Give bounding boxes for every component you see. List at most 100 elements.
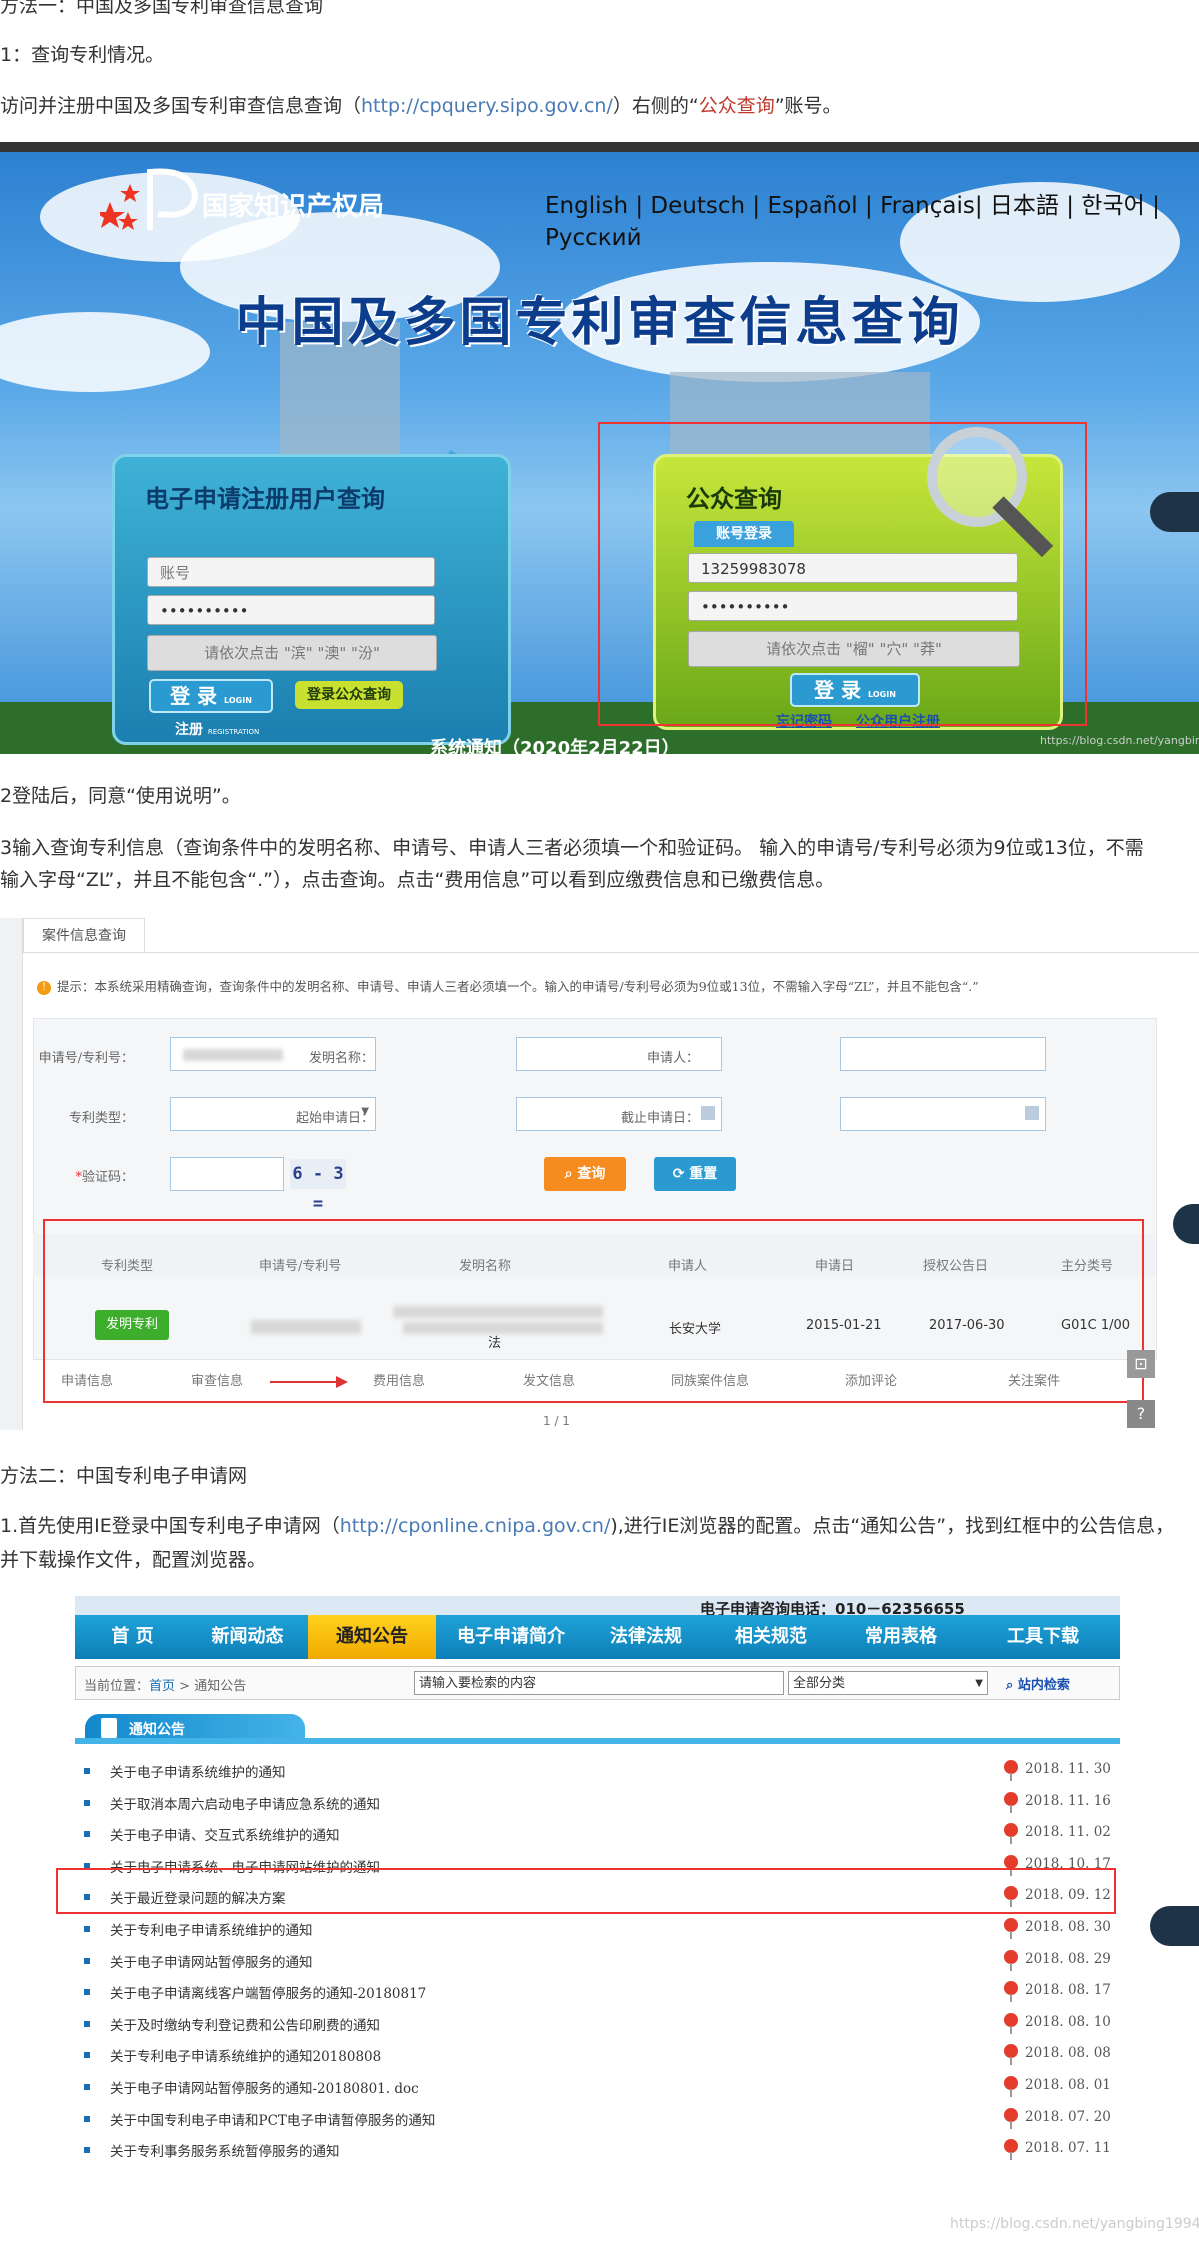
notice-date: 2018. 08. 29 (1025, 1950, 1111, 1967)
cpquery-login-screenshot: 国家知识产权局 English | Deutsch | Español | Fr… (0, 142, 1199, 754)
pin-icon (1004, 2076, 1018, 2090)
pin-icon (1004, 2012, 1018, 2027)
end-date-input[interactable] (840, 1097, 1046, 1131)
notice-date: 2018. 11. 16 (1025, 1792, 1111, 1809)
step2-text: 2登陆后，同意“使用说明”。 (0, 785, 241, 807)
notice-title[interactable]: 关于电子申请离线客户端暂停服务的通知-20180817 (110, 1982, 426, 2002)
query-hint-text: 提示：本系统采用精确查询，查询条件中的发明名称、申请号、申请人三者必须填一个。输… (57, 979, 979, 994)
captcha-click-area[interactable]: 请依次点击 "滨" "澳" "汾" (147, 635, 437, 671)
system-notice[interactable]: 系统通知（2020年2月22日） (430, 734, 680, 754)
list-item[interactable]: 关于电子申请、交互式系统维护的通知 2018. 11. 02 (0, 1819, 1199, 1851)
category-select[interactable]: 全部分类 ▼ (788, 1671, 988, 1695)
list-item[interactable]: 关于中国专利电子申请和PCT电子申请暂停服务的通知 2018. 07. 20 (0, 2104, 1199, 2136)
calendar-icon[interactable] (701, 1106, 715, 1120)
list-item[interactable]: 关于电子申请离线客户端暂停服务的通知-20180817 2018. 08. 17 (0, 1977, 1199, 2009)
pin-stem (1010, 1836, 1012, 1845)
list-item[interactable]: 关于专利电子申请系统维护的通知20180808 2018. 08. 08 (0, 2040, 1199, 2072)
pin-icon (1004, 1981, 1018, 1996)
site-search-button[interactable]: ⌕ 站内检索 (1006, 1674, 1070, 1693)
nav-forms[interactable]: 常用表格 (836, 1615, 966, 1659)
nav-news[interactable]: 新闻动态 (190, 1615, 305, 1659)
captcha-image[interactable]: 6 - 3 = (290, 1159, 346, 1214)
method2-pre: 1.首先使用IE登录中国专利电子申请网（ (0, 1515, 340, 1537)
pin-stem (1010, 1804, 1012, 1813)
bullet-icon (84, 1768, 90, 1774)
cpquery-link[interactable]: http://cpquery.sipo.gov.cn/ (361, 95, 613, 117)
list-item[interactable]: 关于取消本周六启动电子申请应急系统的通知 2018. 11. 16 (0, 1788, 1199, 1820)
language-links[interactable]: English | Deutsch | Español | Français| … (545, 190, 1165, 254)
pin-stem (1010, 2025, 1012, 2034)
nav-intro[interactable]: 电子申请简介 (436, 1615, 586, 1659)
search-input[interactable]: 请输入要检索的内容 (414, 1671, 784, 1695)
speed-widget-3[interactable] (1150, 1906, 1199, 1946)
tab-case-query[interactable]: 案件信息查询 (23, 918, 145, 953)
bottom-watermark: https://blog.csdn.net/yangbing1994 (950, 2216, 1199, 2232)
list-item[interactable]: 关于专利电子申请系统维护的通知 2018. 08. 30 (0, 1914, 1199, 1946)
help-icon[interactable]: ? (1127, 1400, 1155, 1428)
calendar-icon[interactable] (1025, 1106, 1039, 1120)
login-label: 登 录 (170, 684, 218, 708)
pin-icon (1004, 2044, 1018, 2059)
notice-title[interactable]: 关于电子申请系统维护的通知 (110, 1761, 286, 1781)
pin-icon (1004, 1823, 1018, 1838)
notice-title[interactable]: 关于电子申请、交互式系统维护的通知 (110, 1824, 340, 1844)
notice-title[interactable]: 关于取消本周六启动电子申请应急系统的通知 (110, 1793, 380, 1813)
bullet-icon (84, 2115, 90, 2122)
list-item[interactable]: 关于专利事务服务系统暂停服务的通知 2018. 07. 11 (0, 2135, 1199, 2167)
pin-icon (1004, 2107, 1018, 2122)
notice-title[interactable]: 关于及时缴纳专利登记费和公告印刷费的通知 (110, 2014, 380, 2034)
feedback-icon[interactable]: ⊡ (1127, 1350, 1155, 1378)
bullet-icon (84, 2020, 90, 2027)
notice-title[interactable]: 关于电子申请网站暂停服务的通知-20180801. doc (110, 2077, 419, 2097)
notice-date: 2018. 07. 20 (1025, 2108, 1111, 2125)
notice-title[interactable]: 关于中国专利电子申请和PCT电子申请暂停服务的通知 (110, 2109, 435, 2129)
query-button[interactable]: ⌕ 查询 (544, 1157, 626, 1191)
list-item[interactable]: 关于及时缴纳专利登记费和公告印刷费的通知 2018. 08. 10 (0, 2009, 1199, 2041)
bullet-icon (84, 1799, 90, 1806)
reset-button[interactable]: ⟳ 重置 (654, 1157, 736, 1191)
applicant-input[interactable] (840, 1037, 1046, 1071)
list-item[interactable]: 关于电子申请系统维护的通知 2018. 11. 30 (0, 1756, 1199, 1788)
nav-tools[interactable]: 工具下载 (966, 1615, 1120, 1659)
site-search-label: 站内检索 (1017, 1678, 1070, 1693)
nav-notices[interactable]: 通知公告 (308, 1615, 436, 1659)
notice-title[interactable]: 关于专利事务服务系统暂停服务的通知 (110, 2140, 340, 2160)
bullet-icon (84, 1926, 90, 1932)
notice-title[interactable]: 关于电子申请网站暂停服务的通知 (110, 1951, 313, 1971)
login-button[interactable]: 登 录 LOGIN (149, 679, 273, 713)
register-link[interactable]: 注册 REGISTRATION (175, 719, 259, 739)
pager[interactable]: 1 / 1 (543, 1414, 570, 1428)
notice-title[interactable]: 关于专利电子申请系统维护的通知 (110, 1919, 313, 1939)
nav-laws[interactable]: 法律法规 (586, 1615, 706, 1659)
login-sub: LOGIN (224, 696, 252, 705)
notice-title[interactable]: 关于专利电子申请系统维护的通知20180808 (110, 2045, 381, 2065)
step1-post: ”账号。 (774, 95, 842, 117)
red-arrow-head (336, 1376, 348, 1388)
speed-widget-1[interactable] (1150, 492, 1199, 532)
highlight-box-results (43, 1219, 1144, 1403)
password-input[interactable]: •••••••••• (147, 595, 435, 625)
pin-icon (1004, 1760, 1018, 1774)
breadcrumb-home[interactable]: 首页 (149, 1679, 175, 1694)
cponline-link[interactable]: http://cponline.cnipa.gov.cn/ (340, 1515, 611, 1537)
pin-stem (1010, 2057, 1012, 2066)
label-captcha-text: 验证码： (81, 1170, 134, 1185)
list-item[interactable]: 关于电子申请网站暂停服务的通知 2018. 08. 29 (0, 1946, 1199, 1978)
cnipa-logo-text: 国家知识产权局 (202, 192, 385, 222)
account-input[interactable]: 账号 (147, 557, 435, 587)
nav-home[interactable]: 首 页 (75, 1615, 190, 1659)
bullet-icon (84, 2052, 90, 2059)
case-query-screenshot: 案件信息查询 ! 提示：本系统采用精确查询，查询条件中的发明名称、申请号、申请人三… (0, 918, 1199, 1430)
refresh-icon: ⟳ (672, 1166, 690, 1182)
list-item[interactable]: 关于电子申请网站暂停服务的通知-20180801. doc 2018. 08. 0… (0, 2072, 1199, 2104)
highlight-box-public-query (598, 422, 1087, 726)
watermark-1: https://blog.csdn.net/yangbing1994 (1040, 734, 1199, 747)
public-login-button[interactable]: 登录公众查询 (295, 681, 403, 709)
captcha-input[interactable] (170, 1157, 284, 1191)
notice-date: 2018. 08. 10 (1025, 2013, 1111, 2030)
method2-line2: 并下载操作文件，配置浏览器。 (0, 1549, 267, 1571)
label-app-no: 申请号/专利号： (38, 1051, 134, 1066)
notice-date: 2018. 08. 30 (1025, 1919, 1111, 1935)
nav-norms[interactable]: 相关规范 (706, 1615, 836, 1659)
notice-date: 2018. 11. 02 (1025, 1824, 1111, 1841)
